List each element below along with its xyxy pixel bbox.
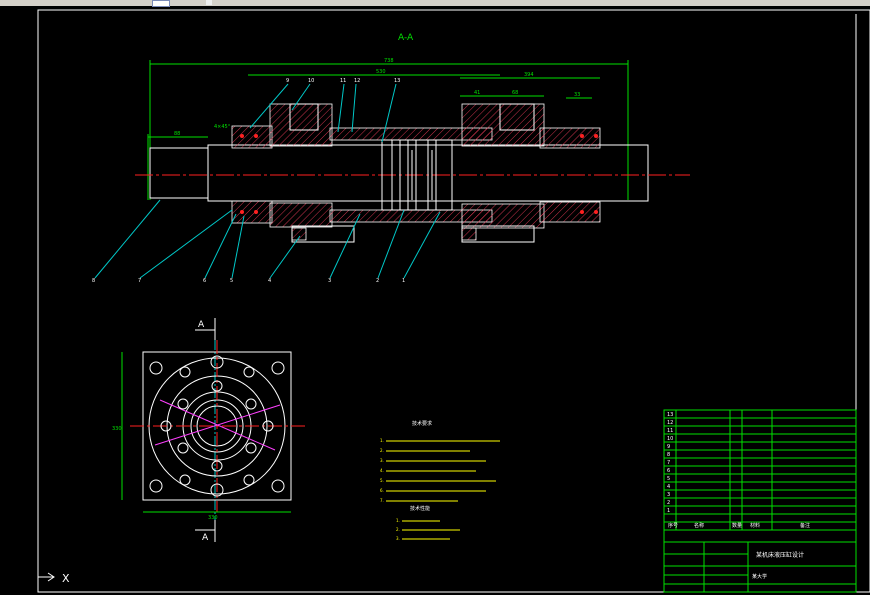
parts-list-rows: 13 12 11 10 9 8 7 6 5 4 3 2 1 序号 名称 数量 材…	[667, 412, 810, 529]
row-7: 7	[667, 460, 670, 466]
part-label-11: 11	[340, 78, 346, 84]
row-4: 4	[667, 484, 670, 490]
row-9: 9	[667, 444, 670, 450]
dim-68: 68	[512, 90, 518, 96]
note-2: 2.	[380, 448, 384, 453]
part-label-6: 6	[203, 278, 206, 284]
part-label-9: 9	[286, 78, 289, 84]
part-label-8: 8	[92, 278, 95, 284]
row-12: 12	[667, 420, 673, 426]
dim-chamfer: 4×45°	[214, 124, 231, 130]
title-block	[663, 409, 857, 593]
row-5: 5	[667, 476, 670, 482]
note-4: 4.	[380, 468, 384, 473]
header-name: 名称	[694, 522, 704, 529]
technical-notes: 技术要求 1. 2. 3. 4. 5. 6. 7. 技术性能 1. 2. 3.	[380, 420, 500, 541]
header-qty: 数量	[732, 522, 742, 529]
part-label-1: 1	[402, 278, 405, 284]
dim-plate-width: 330	[208, 515, 218, 521]
drawing-border	[37, 9, 870, 593]
dim-overall: 738	[384, 58, 394, 64]
row-13: 13	[667, 412, 673, 418]
row-6: 6	[667, 468, 670, 474]
row-8: 8	[667, 452, 670, 458]
view-label-a-top: A	[198, 320, 205, 330]
notes-title: 技术要求	[412, 420, 432, 427]
part-label-5: 5	[230, 278, 233, 284]
part-label-3: 3	[328, 278, 331, 284]
school-name: 某大学	[752, 573, 767, 580]
ucs-icon	[38, 572, 55, 582]
row-3: 3	[667, 492, 670, 498]
dim-88: 88	[174, 131, 180, 137]
section-title: A-A	[398, 33, 414, 43]
part-label-2: 2	[376, 278, 379, 284]
cad-drawing[interactable]: A-A 738 530 394 41 68 33 88 4×45° 8 7 6 …	[0, 0, 870, 595]
view-label-a-bottom: A	[202, 533, 209, 543]
row-11: 11	[667, 428, 673, 434]
drawing-title: 某机床液压缸设计	[756, 551, 804, 559]
perf-2: 2.	[396, 527, 400, 532]
header-material: 材料	[750, 522, 760, 529]
header-remark: 备注	[800, 522, 810, 529]
note-6: 6.	[380, 488, 384, 493]
part-label-12: 12	[354, 78, 360, 84]
note-3: 3.	[380, 458, 384, 463]
header-no: 序号	[668, 522, 678, 529]
row-1: 1	[667, 508, 670, 514]
dim-mid: 530	[376, 69, 386, 75]
perf-3: 3.	[396, 536, 400, 541]
note-7: 7.	[380, 498, 384, 503]
part-label-4: 4	[268, 278, 271, 284]
part-label-7: 7	[138, 278, 141, 284]
dim-33: 33	[574, 92, 580, 98]
perf-1: 1.	[396, 518, 400, 523]
part-label-13: 13	[394, 78, 400, 84]
dim-right-length: 394	[524, 72, 534, 78]
row-10: 10	[667, 436, 673, 442]
ucs-x-label: X	[62, 572, 70, 585]
note-1: 1.	[380, 438, 384, 443]
part-label-10: 10	[308, 78, 314, 84]
perf-title: 技术性能	[410, 505, 430, 512]
end-view[interactable]	[121, 318, 305, 542]
note-5: 5.	[380, 478, 384, 483]
dim-41: 41	[474, 90, 480, 96]
part-leaders	[94, 83, 441, 279]
dim-plate-height: 330	[112, 426, 122, 432]
row-2: 2	[667, 500, 670, 506]
